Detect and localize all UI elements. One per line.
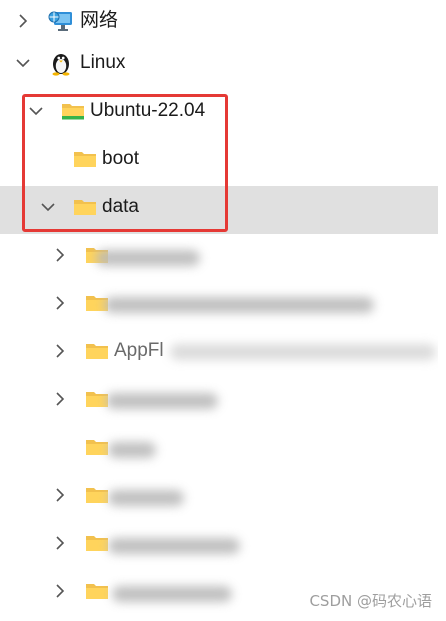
navigation-tree: 网络 Linux Ubuntu-22.04 boot data AppFl CS…	[0, 0, 446, 621]
chevron-right-icon[interactable]	[51, 246, 69, 264]
tree-item-network[interactable]: 网络	[0, 0, 446, 48]
folder-icon	[84, 482, 110, 508]
redacted-label-blur	[106, 393, 218, 409]
tree-item-label: Linux	[80, 52, 126, 73]
tree-item-label: 网络	[80, 10, 119, 31]
chevron-right-icon[interactable]	[51, 390, 69, 408]
chevron-down-icon[interactable]	[14, 54, 32, 72]
redacted-label-blur	[112, 586, 232, 602]
redacted-label-blur	[96, 250, 200, 266]
chevron-right-icon[interactable]	[51, 486, 69, 504]
tree-item-subfolder[interactable]	[0, 378, 446, 426]
tree-item-label: AppFl	[114, 340, 164, 361]
highlight-annotation-box	[22, 94, 228, 232]
redacted-label-blur	[104, 297, 374, 313]
tree-item-subfolder[interactable]	[0, 282, 446, 330]
redacted-label-blur	[108, 538, 240, 554]
folder-icon	[84, 530, 110, 556]
folder-icon	[84, 434, 110, 460]
chevron-right-icon[interactable]	[51, 534, 69, 552]
folder-icon	[84, 338, 110, 364]
tree-item-subfolder[interactable]	[0, 522, 446, 570]
chevron-right-icon[interactable]	[14, 12, 32, 30]
tree-item-linux[interactable]: Linux	[0, 42, 446, 90]
network-monitor-icon	[48, 8, 74, 34]
chevron-right-icon[interactable]	[51, 582, 69, 600]
tux-penguin-icon	[48, 50, 74, 76]
tree-item-subfolder[interactable]	[0, 474, 446, 522]
tree-item-subfolder[interactable]	[0, 426, 446, 474]
chevron-right-icon[interactable]	[51, 342, 69, 360]
chevron-right-icon[interactable]	[51, 294, 69, 312]
redacted-label-blur	[108, 442, 156, 458]
pane-edge	[438, 0, 446, 621]
tree-item-subfolder[interactable]: AppFl	[0, 330, 446, 378]
tree-item-subfolder[interactable]	[0, 234, 446, 282]
redacted-label-blur	[170, 344, 436, 360]
watermark: CSDN @码农心语	[309, 592, 432, 610]
folder-icon	[84, 578, 110, 604]
redacted-label-blur	[108, 490, 184, 506]
